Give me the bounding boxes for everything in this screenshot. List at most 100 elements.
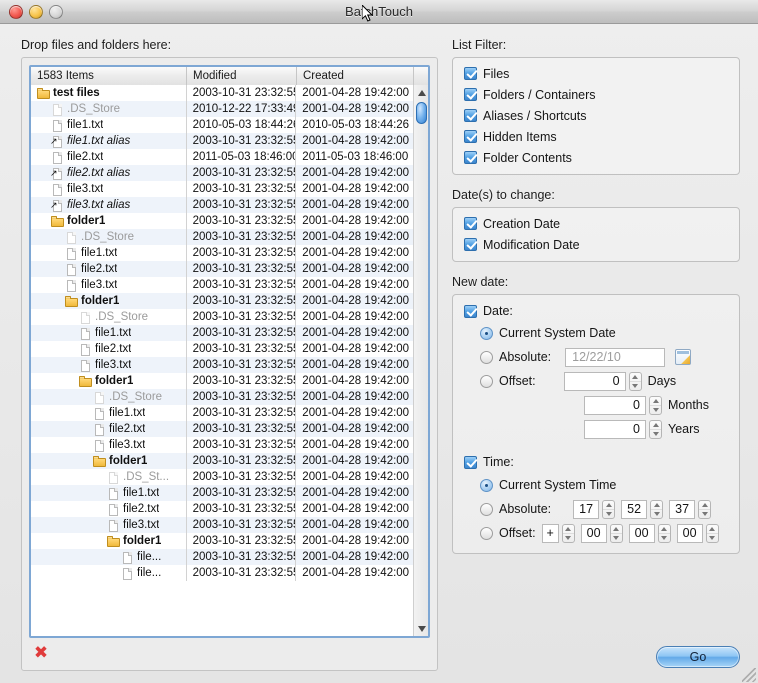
- file-list-rows: test files 2003-10-31 23:32:55 2001-04-28 …: [31, 85, 413, 636]
- table-row[interactable]: file1.txt 2003-10-31 23:32:55 2001-04-28 1…: [31, 325, 413, 341]
- table-row[interactable]: file1.txt 2003-10-31 23:32:55 2001-04-28 1…: [31, 245, 413, 261]
- offset-time-minutes-stepper[interactable]: [657, 523, 671, 543]
- zoom-button[interactable]: [49, 4, 63, 19]
- offset-years-stepper[interactable]: [649, 419, 662, 439]
- table-row[interactable]: file3.txt 2003-10-31 23:32:55 2001-04-28 1…: [31, 181, 413, 197]
- offset-time-minutes-input[interactable]: 00: [628, 523, 655, 543]
- radio-offset-date-icon[interactable]: [480, 374, 493, 388]
- offset-months-input[interactable]: 0: [584, 395, 646, 415]
- radio-absolute-date-icon[interactable]: [480, 350, 493, 364]
- offset-time-sign-input[interactable]: +: [541, 523, 559, 543]
- table-row[interactable]: test files 2003-10-31 23:32:55 2001-04-28 …: [31, 85, 413, 101]
- table-row[interactable]: file2.txt 2003-10-31 23:32:55 2001-04-28 1…: [31, 261, 413, 277]
- date-enable-row[interactable]: Date:: [453, 301, 739, 321]
- absolute-time-minutes-input[interactable]: 52: [621, 499, 648, 519]
- checkbox-time-icon[interactable]: [464, 455, 477, 469]
- go-button[interactable]: Go: [656, 646, 740, 668]
- calendar-icon[interactable]: [675, 349, 692, 365]
- table-row[interactable]: file... 2003-10-31 23:32:55 2001-04-28 19:…: [31, 565, 413, 581]
- checkbox-date-icon[interactable]: [464, 304, 477, 318]
- offset-time-seconds-stepper[interactable]: [705, 523, 719, 543]
- table-row[interactable]: .DS_Store 2010-12-22 17:33:49 2001-04-28 1…: [31, 101, 413, 117]
- absolute-time-hours-input[interactable]: 17: [573, 499, 600, 519]
- checkbox-modification-date-icon[interactable]: [464, 238, 477, 251]
- table-row[interactable]: folder1 2003-10-31 23:32:55 2001-04-28 19:…: [31, 213, 413, 229]
- table-row[interactable]: ↗ file2.txt alias 2003-10-31 23:32:55 2001-…: [31, 165, 413, 181]
- radio-current-system-date[interactable]: Current System Date: [453, 321, 739, 345]
- radio-offset-time[interactable]: Offset: + 00 00 00: [453, 521, 739, 545]
- date-option-creation[interactable]: Creation Date: [453, 213, 739, 234]
- file-list-scrollbar[interactable]: [413, 85, 428, 636]
- table-row[interactable]: .DS_Store 2003-10-31 23:32:55 2001-04-28 1…: [31, 309, 413, 325]
- filter-item-aliases[interactable]: Aliases / Shortcuts: [453, 105, 739, 126]
- checkbox-aliases-icon[interactable]: [464, 109, 477, 122]
- checkbox-folders-icon[interactable]: [464, 88, 477, 101]
- drop-well[interactable]: 1583 Items Modified Created test files 20…: [21, 57, 438, 671]
- offset-time-hours-input[interactable]: 00: [580, 523, 607, 543]
- offset-time-seconds-input[interactable]: 00: [676, 523, 703, 543]
- table-row[interactable]: file3.txt 2003-10-31 23:32:55 2001-04-28 1…: [31, 437, 413, 453]
- date-option-modification[interactable]: Modification Date: [453, 234, 739, 255]
- clear-list-icon[interactable]: ✖: [32, 644, 50, 662]
- checkbox-creation-date-icon[interactable]: [464, 217, 477, 230]
- checkbox-files-icon[interactable]: [464, 67, 477, 80]
- offset-years-input[interactable]: 0: [584, 419, 646, 439]
- table-row[interactable]: file... 2003-10-31 23:32:55 2001-04-28 19:…: [31, 549, 413, 565]
- column-header-created[interactable]: Created: [297, 67, 414, 85]
- table-row[interactable]: file1.txt 2003-10-31 23:32:55 2001-04-28 1…: [31, 405, 413, 421]
- table-row[interactable]: file1.txt 2003-10-31 23:32:55 2001-04-28 1…: [31, 485, 413, 501]
- table-row[interactable]: ↗ file3.txt alias 2003-10-31 23:32:55 2001-…: [31, 197, 413, 213]
- radio-absolute-time[interactable]: Absolute: 17 52 37: [453, 497, 739, 521]
- radio-offset-date[interactable]: Offset: 0 Days: [453, 369, 739, 393]
- table-row[interactable]: file3.txt 2003-10-31 23:32:55 2001-04-28 1…: [31, 277, 413, 293]
- absolute-time-seconds-input[interactable]: 37: [669, 499, 696, 519]
- scroll-up-arrow-icon[interactable]: [414, 85, 428, 100]
- offset-days-input[interactable]: 0: [563, 371, 626, 391]
- table-row[interactable]: file3.txt 2003-10-31 23:32:55 2001-04-28 1…: [31, 517, 413, 533]
- table-row[interactable]: folder1 2003-10-31 23:32:55 2001-04-28 19:…: [31, 293, 413, 309]
- column-header-modified[interactable]: Modified: [187, 67, 297, 85]
- table-row[interactable]: file1.txt 2010-05-03 18:44:26 2010-05-03 1…: [31, 117, 413, 133]
- table-row[interactable]: .DS_Store 2003-10-31 23:32:55 2001-04-28 1…: [31, 389, 413, 405]
- radio-absolute-time-icon[interactable]: [480, 502, 493, 516]
- table-row[interactable]: folder1 2003-10-31 23:32:55 2001-04-28 19:…: [31, 373, 413, 389]
- radio-current-system-time[interactable]: Current System Time: [453, 473, 739, 497]
- table-row[interactable]: file2.txt 2011-05-03 18:46:00 2011-05-03 1…: [31, 149, 413, 165]
- checkbox-hidden-icon[interactable]: [464, 130, 477, 143]
- table-row[interactable]: file2.txt 2003-10-31 23:32:55 2001-04-28 1…: [31, 341, 413, 357]
- cell-created: 2001-04-28 19:42:00: [302, 407, 410, 419]
- offset-time-hours-stepper[interactable]: [609, 523, 623, 543]
- absolute-time-seconds-stepper[interactable]: [698, 499, 712, 519]
- minimize-button[interactable]: [29, 4, 43, 19]
- resize-grip[interactable]: [742, 668, 756, 682]
- table-row[interactable]: file3.txt 2003-10-31 23:32:55 2001-04-28 1…: [31, 357, 413, 373]
- table-row[interactable]: .DS_St... 2003-10-31 23:32:55 2001-04-28 1…: [31, 469, 413, 485]
- scrollbar-thumb[interactable]: [416, 102, 427, 124]
- absolute-date-input[interactable]: 12/22/10: [565, 347, 666, 367]
- radio-absolute-date[interactable]: Absolute: 12/22/10: [453, 345, 739, 369]
- table-row[interactable]: folder1 2003-10-31 23:32:55 2001-04-28 19:…: [31, 453, 413, 469]
- file-list[interactable]: 1583 Items Modified Created test files 20…: [29, 65, 430, 638]
- checkbox-folder-contents-icon[interactable]: [464, 151, 477, 164]
- time-enable-row[interactable]: Time:: [453, 451, 739, 473]
- offset-months-stepper[interactable]: [649, 395, 662, 415]
- filter-item-folder-contents[interactable]: Folder Contents: [453, 147, 739, 168]
- close-button[interactable]: [9, 4, 23, 19]
- table-row[interactable]: file2.txt 2003-10-31 23:32:55 2001-04-28 1…: [31, 501, 413, 517]
- radio-current-system-time-icon[interactable]: [480, 478, 493, 492]
- table-row[interactable]: ↗ file1.txt alias 2003-10-31 23:32:55 2001-…: [31, 133, 413, 149]
- absolute-time-minutes-stepper[interactable]: [650, 499, 664, 519]
- filter-item-files[interactable]: Files: [453, 63, 739, 84]
- column-header-items[interactable]: 1583 Items: [31, 67, 187, 85]
- offset-days-stepper[interactable]: [628, 371, 642, 391]
- radio-offset-time-icon[interactable]: [480, 526, 493, 540]
- offset-time-sign-stepper[interactable]: [561, 523, 575, 543]
- scroll-down-arrow-icon[interactable]: [414, 621, 428, 636]
- filter-item-hidden[interactable]: Hidden Items: [453, 126, 739, 147]
- filter-item-folders[interactable]: Folders / Containers: [453, 84, 739, 105]
- absolute-time-hours-stepper[interactable]: [602, 499, 616, 519]
- table-row[interactable]: folder1 2003-10-31 23:32:55 2001-04-28 19:…: [31, 533, 413, 549]
- radio-current-system-date-icon[interactable]: [480, 326, 493, 340]
- table-row[interactable]: file2.txt 2003-10-31 23:32:55 2001-04-28 1…: [31, 421, 413, 437]
- table-row[interactable]: .DS_Store 2003-10-31 23:32:55 2001-04-28 1…: [31, 229, 413, 245]
